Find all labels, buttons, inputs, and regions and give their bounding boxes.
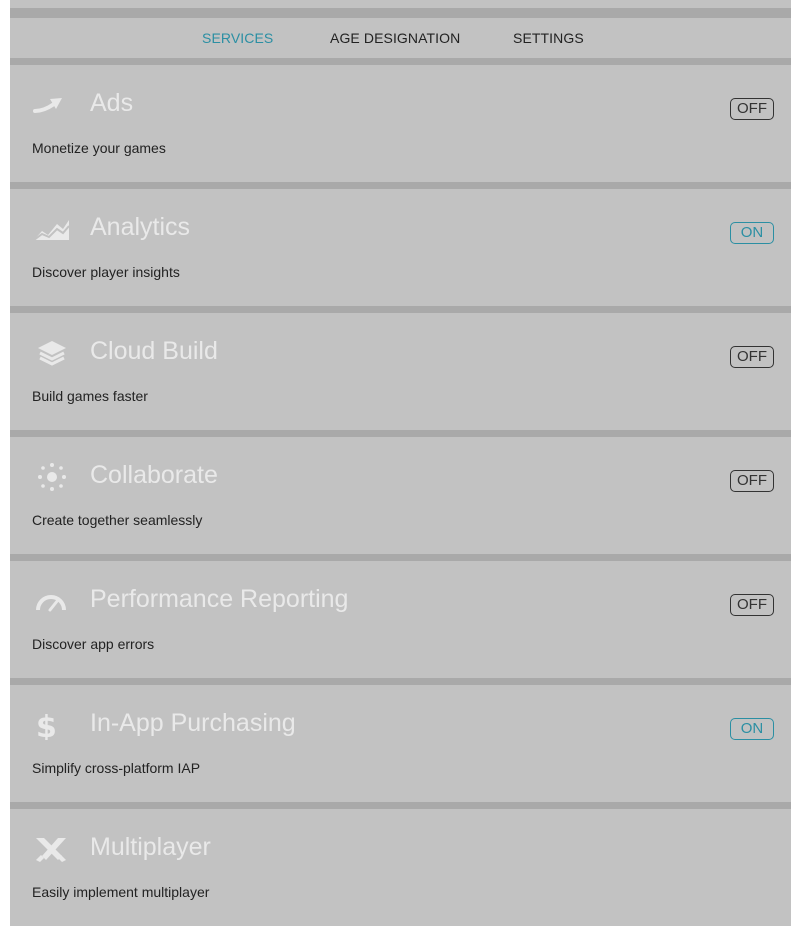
service-description: Discover player insights <box>32 264 180 280</box>
service-title: Performance Reporting <box>90 585 349 613</box>
divider <box>10 306 791 313</box>
divider <box>10 58 791 65</box>
divider <box>10 182 791 189</box>
service-title: Cloud Build <box>90 337 218 365</box>
service-description: Create together seamlessly <box>32 512 203 528</box>
services-list: Ads Monetize your games OFF Analytics Di… <box>10 58 791 926</box>
ads-icon <box>32 90 72 120</box>
service-toggle[interactable]: ON <box>730 718 774 740</box>
service-title: Analytics <box>90 213 191 241</box>
service-description: Discover app errors <box>32 636 155 652</box>
tab-age-designation[interactable]: AGE DESIGNATION <box>330 30 460 46</box>
service-item-collaborate[interactable]: Collaborate Create together seamlessly O… <box>10 437 791 554</box>
multiplayer-icon <box>32 834 72 864</box>
service-item-analytics[interactable]: Analytics Discover player insights ON <box>10 189 791 306</box>
divider <box>10 430 791 437</box>
service-toggle[interactable]: OFF <box>730 470 774 492</box>
service-title: Collaborate <box>90 461 218 489</box>
service-description: Easily implement multiplayer <box>32 884 210 900</box>
service-item-performance-reporting[interactable]: Performance Reporting Discover app error… <box>10 561 791 678</box>
analytics-icon <box>32 214 72 244</box>
tab-settings[interactable]: SETTINGS <box>513 30 584 46</box>
divider <box>10 554 791 561</box>
service-item-ads[interactable]: Ads Monetize your games OFF <box>10 65 791 182</box>
svg-text:$: $ <box>36 710 57 740</box>
divider <box>10 678 791 685</box>
service-toggle[interactable]: OFF <box>730 346 774 368</box>
service-title: Ads <box>90 89 134 117</box>
service-item-in-app-purchasing[interactable]: $ In-App Purchasing Simplify cross-platf… <box>10 685 791 802</box>
service-description: Simplify cross-platform IAP <box>32 760 201 776</box>
collaborate-icon <box>32 462 72 492</box>
performance-reporting-icon <box>32 586 72 616</box>
service-title: Multiplayer <box>90 833 211 861</box>
service-toggle[interactable]: ON <box>730 222 774 244</box>
service-toggle[interactable]: OFF <box>730 594 774 616</box>
service-description: Build games faster <box>32 388 148 404</box>
service-item-multiplayer[interactable]: Multiplayer Easily implement multiplayer <box>10 809 791 926</box>
service-description: Monetize your games <box>32 140 166 156</box>
services-panel: SERVICES AGE DESIGNATION SETTINGS Ads Mo… <box>10 0 791 926</box>
service-item-cloud-build[interactable]: Cloud Build Build games faster OFF <box>10 313 791 430</box>
cloud-build-icon <box>32 338 72 368</box>
divider <box>10 802 791 809</box>
tab-services[interactable]: SERVICES <box>202 30 273 46</box>
service-toggle[interactable]: OFF <box>730 98 774 120</box>
service-title: In-App Purchasing <box>90 709 296 737</box>
in-app-purchasing-icon: $ <box>32 710 72 740</box>
top-bar <box>10 8 791 18</box>
tab-bar: SERVICES AGE DESIGNATION SETTINGS <box>10 18 791 58</box>
